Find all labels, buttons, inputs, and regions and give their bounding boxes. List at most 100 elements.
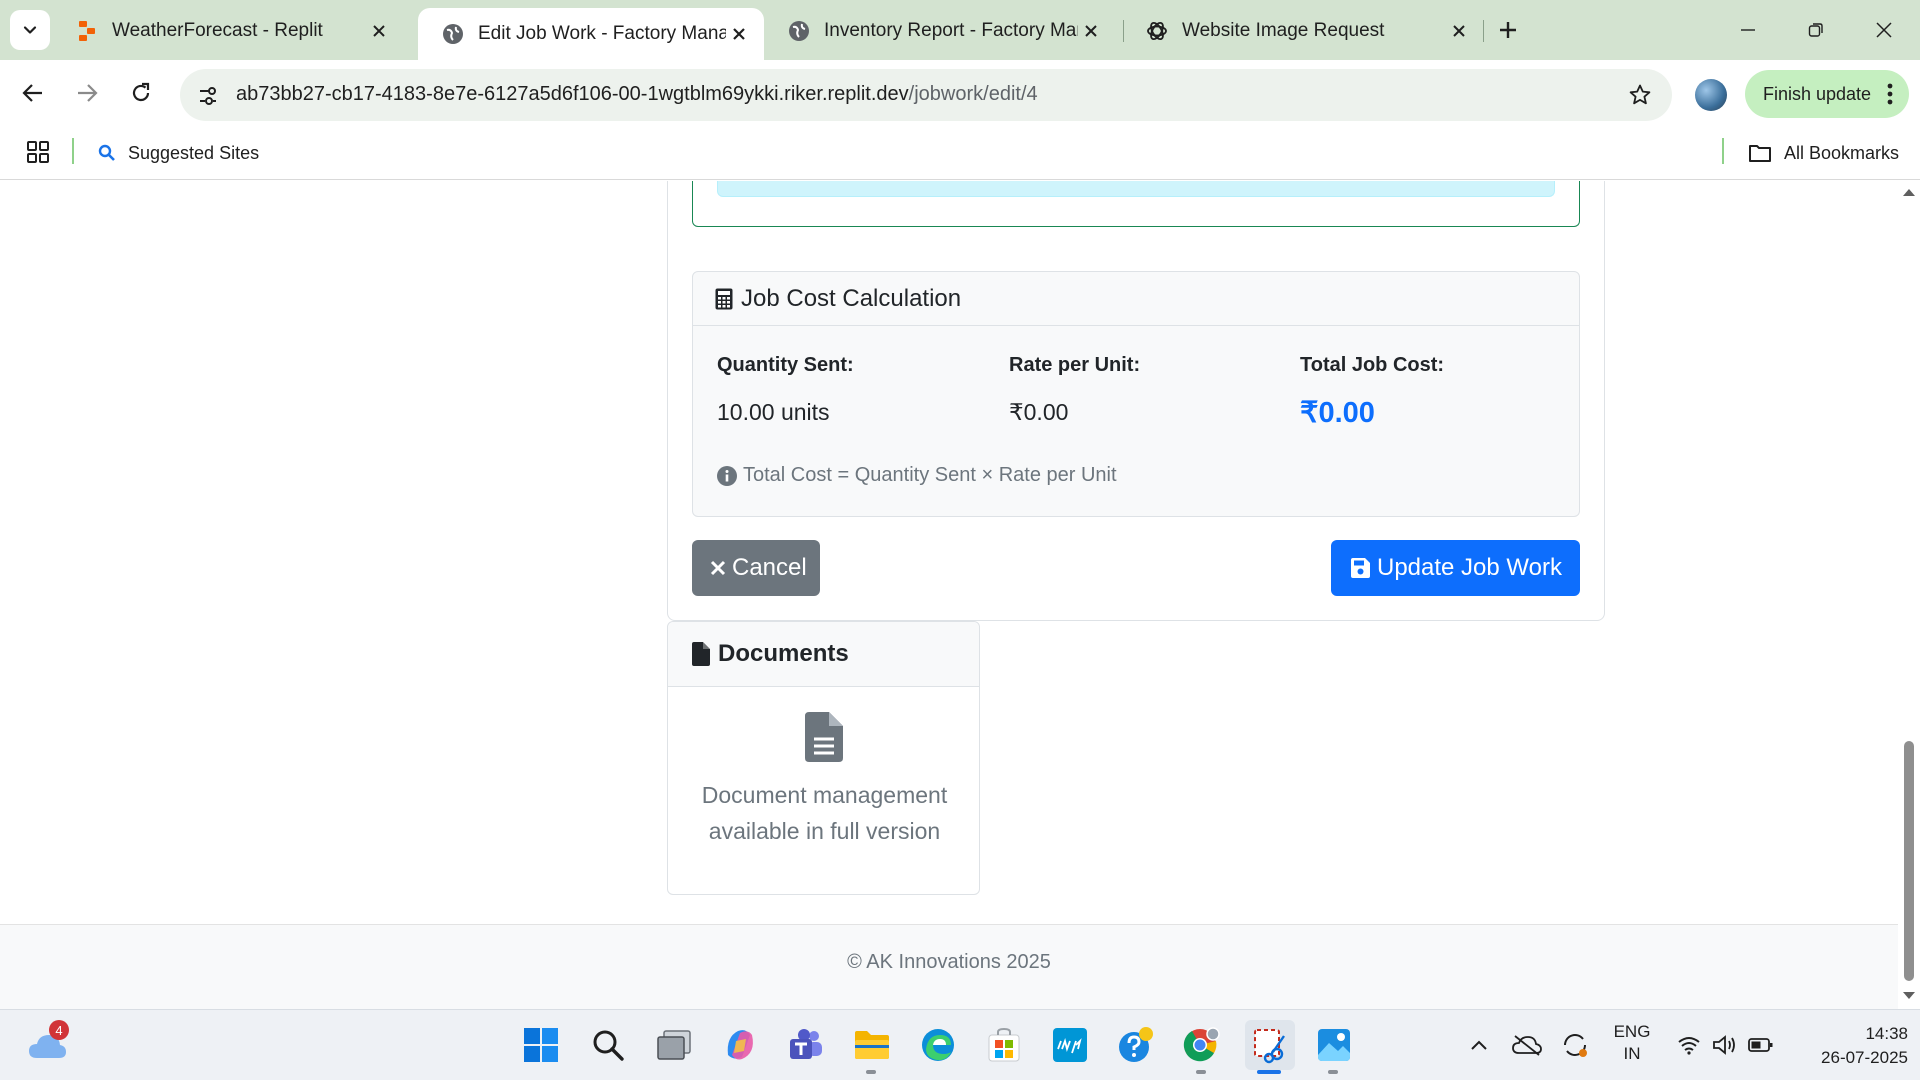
all-bookmarks-button[interactable]: All Bookmarks [1748, 130, 1899, 176]
close-tab-icon[interactable] [726, 21, 752, 47]
onedrive-off-icon [1512, 1035, 1542, 1056]
globe-icon [788, 20, 810, 42]
reload-button[interactable] [122, 74, 160, 112]
sync-icon [1564, 1034, 1587, 1057]
replit-icon [76, 20, 98, 42]
site-info-icon[interactable] [194, 82, 222, 110]
folder-icon [855, 1031, 889, 1059]
close-window-button[interactable] [1864, 12, 1904, 48]
volume-icon [1713, 1035, 1735, 1055]
arrow-left-icon [22, 84, 42, 102]
globe-icon [442, 23, 464, 45]
bookmark-star-icon[interactable] [1626, 81, 1654, 109]
bookmark-label: All Bookmarks [1784, 142, 1900, 163]
minimize-button[interactable] [1728, 12, 1768, 48]
myhp-app[interactable] [1049, 1024, 1091, 1066]
scroll-up-arrow-icon[interactable] [1902, 187, 1916, 197]
quantity-sent-group: Quantity Sent: 10.00 units [717, 354, 854, 426]
total-job-cost-label: Total Job Cost: [1300, 354, 1445, 376]
microsoft-store-app[interactable] [983, 1024, 1025, 1066]
cost-card-header: Job Cost Calculation [693, 272, 1579, 326]
folder-icon [1749, 145, 1771, 162]
tab-title: Inventory Report - Factory Man [824, 20, 1078, 41]
profile-avatar[interactable] [1695, 79, 1727, 111]
bookmark-suggested-sites[interactable]: Suggested Sites [98, 130, 259, 176]
search-icon [593, 1030, 624, 1061]
task-view-icon [657, 1030, 691, 1060]
documents-message: Document management available in full ve… [668, 777, 981, 849]
chrome-icon [1183, 1027, 1220, 1062]
bookmark-label: Suggested Sites [128, 142, 260, 163]
snipping-tool-icon [1254, 1029, 1285, 1064]
page-scrollbar[interactable] [1898, 181, 1920, 1009]
calculator-icon [715, 288, 733, 310]
onedrive-tray[interactable] [1506, 1024, 1548, 1066]
close-tab-icon[interactable] [1078, 18, 1104, 44]
edge-app[interactable] [917, 1024, 959, 1066]
address-bar[interactable]: ab73bb27-cb17-4183-8e7e-6127a5d6f106-00-… [180, 69, 1672, 121]
info-alert [717, 181, 1555, 197]
system-clock[interactable]: 14:38 26-07-2025 [1790, 1022, 1908, 1070]
tab-title: WeatherForecast - Replit [112, 20, 323, 41]
save-icon [1349, 557, 1371, 579]
sync-tray[interactable] [1554, 1024, 1596, 1066]
tab-search-button[interactable] [10, 10, 50, 50]
update-job-work-button[interactable]: Update Job Work [1331, 540, 1580, 596]
start-button[interactable] [520, 1024, 562, 1066]
clock-date: 26-07-2025 [1821, 1048, 1908, 1067]
show-hidden-icons-button[interactable] [1458, 1024, 1500, 1066]
running-indicator [1328, 1070, 1338, 1074]
file-icon [692, 642, 710, 666]
tab-website-image-request[interactable]: Website Image Request [1122, 8, 1484, 54]
language-indicator[interactable]: ENG IN [1604, 1021, 1660, 1065]
cancel-button-label: Cancel [732, 554, 807, 581]
tab-weatherforecast[interactable]: WeatherForecast - Replit [52, 8, 404, 54]
info-circle-icon [717, 465, 737, 486]
minimize-icon [1741, 29, 1755, 31]
windows-taskbar: 4 ENG IN 14:38 26-07-2025 [0, 1009, 1920, 1080]
teams-app[interactable] [785, 1024, 827, 1066]
scrollbar-thumb[interactable] [1904, 741, 1914, 981]
back-button[interactable] [14, 74, 52, 112]
url-path: /jobwork/edit/4 [908, 83, 1038, 105]
snipping-tool-app[interactable] [1245, 1020, 1295, 1070]
plus-icon [1500, 22, 1516, 38]
get-help-app[interactable] [1115, 1024, 1157, 1066]
chrome-app[interactable] [1181, 1024, 1223, 1066]
edge-icon [922, 1029, 954, 1061]
tab-title: Edit Job Work - Factory Manage [478, 23, 726, 44]
task-view-button[interactable] [653, 1024, 695, 1066]
scroll-down-arrow-icon[interactable] [1902, 991, 1916, 1001]
search-button[interactable] [587, 1024, 629, 1066]
cost-card-title: Job Cost Calculation [741, 284, 962, 312]
forward-button[interactable] [68, 74, 106, 112]
search-icon [98, 144, 115, 161]
file-explorer-app[interactable] [851, 1024, 893, 1066]
myhp-icon [1053, 1028, 1087, 1062]
rate-per-unit-group: Rate per Unit: ₹0.00 [1009, 354, 1140, 426]
running-indicator [1196, 1070, 1206, 1074]
battery-tray[interactable] [1740, 1024, 1782, 1066]
running-indicator [866, 1070, 876, 1074]
tab-inventory-report[interactable]: Inventory Report - Factory Man [764, 8, 1116, 54]
formula-note-text: Total Cost = Quantity Sent × Rate per Un… [743, 464, 1117, 486]
restore-button[interactable] [1796, 12, 1836, 48]
close-icon [710, 560, 726, 576]
page-footer: © AK Innovations 2025 [0, 924, 1898, 1009]
new-tab-button[interactable] [1492, 14, 1524, 46]
tab-edit-job-work[interactable]: Edit Job Work - Factory Manage [418, 8, 764, 60]
restore-icon [1808, 23, 1823, 37]
finish-update-button[interactable]: Finish update [1745, 70, 1909, 118]
language-code: ENG [1613, 1022, 1651, 1041]
documents-card: Documents Document management available … [667, 621, 980, 895]
close-tab-icon[interactable] [1446, 18, 1472, 44]
copilot-app[interactable] [719, 1024, 761, 1066]
close-tab-icon[interactable] [366, 18, 392, 44]
bookmarks-bar: Suggested Sites All Bookmarks [0, 126, 1920, 180]
cancel-button[interactable]: Cancel [692, 540, 820, 596]
documents-message-line1: Document management [701, 782, 948, 808]
wifi-icon [1678, 1037, 1700, 1055]
apps-grid-icon[interactable] [26, 140, 50, 169]
rate-per-unit-label: Rate per Unit: [1009, 354, 1141, 376]
photos-app[interactable] [1313, 1024, 1355, 1066]
